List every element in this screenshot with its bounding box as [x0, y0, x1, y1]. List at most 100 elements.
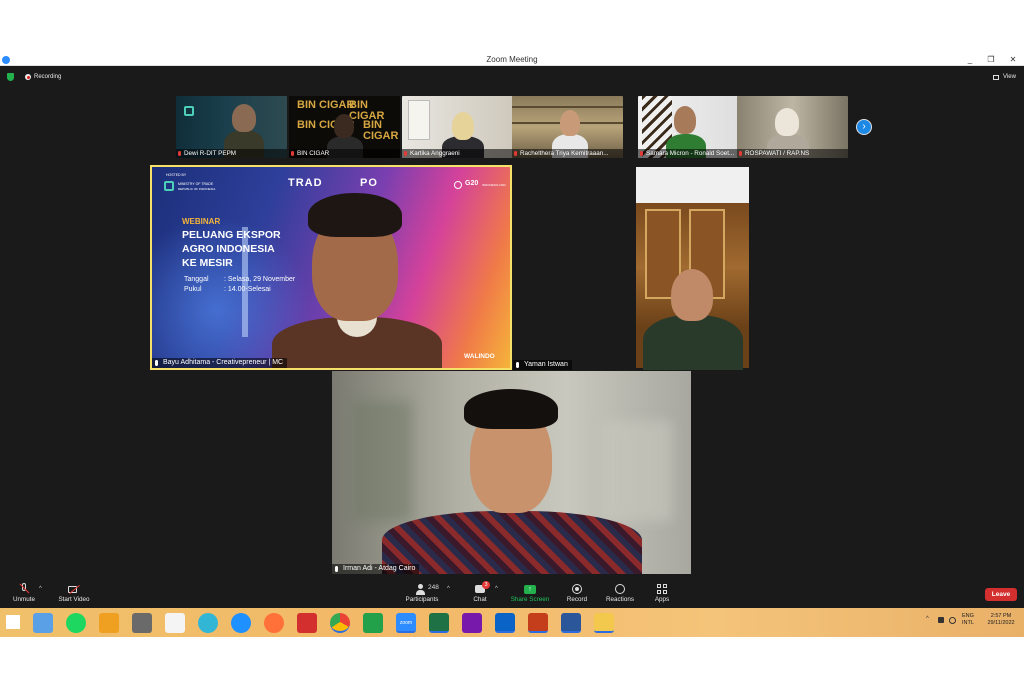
start-video-button[interactable]: Start Video — [54, 579, 94, 608]
speaker-namebar: Bayu Adhitama - Creativepreneur | MC — [152, 358, 288, 368]
participant-thumb-6[interactable]: ROSPAWATI / RAP.NS — [737, 96, 848, 158]
g20-label: G20 — [465, 180, 479, 187]
participant-face — [232, 104, 256, 132]
language-indicator[interactable]: ENG INTL — [962, 613, 974, 627]
participants-count: 248 — [428, 584, 439, 591]
participants-caret-icon[interactable]: ^ — [447, 586, 450, 592]
window-titlebar: Zoom Meeting _ ❐ ✕ — [0, 54, 1024, 66]
windows-taskbar: zoom ^ ENG INTL 2:57 PM 29/11/2022 — [0, 608, 1024, 637]
screen: Zoom Meeting _ ❐ ✕ Recording View Dewi R… — [0, 0, 1024, 683]
muted-mic-icon — [178, 151, 181, 156]
date-value: : Selasa, 29 November — [224, 276, 296, 283]
view-grid-icon[interactable] — [993, 75, 999, 80]
participant-name: Kartika Anggraeni — [410, 150, 460, 157]
reactions-button[interactable]: Reactions — [602, 579, 638, 608]
ministry-logo-icon — [184, 106, 194, 116]
internet-explorer-icon[interactable] — [231, 613, 251, 633]
apps-icon — [656, 583, 668, 595]
powerpoint-icon[interactable] — [528, 613, 548, 633]
word-icon[interactable] — [561, 613, 581, 633]
time-value: : 14.00-Selesai — [224, 286, 271, 293]
maximize-button[interactable]: ❐ — [984, 54, 998, 66]
participant-face — [674, 106, 696, 134]
recording-icon — [25, 74, 31, 80]
zoom-taskbar-icon[interactable]: zoom — [396, 613, 416, 633]
participant-hair — [464, 389, 558, 429]
participant-name: BIN CIGAR — [297, 150, 330, 157]
participant-hijab — [775, 108, 799, 136]
video-off-icon — [68, 583, 80, 595]
participant-face — [671, 269, 713, 321]
leave-button[interactable]: Leave — [985, 588, 1017, 601]
participant-thumb-5[interactable]: Samara Micron - Ronald Soet... — [638, 96, 749, 158]
participant-namebar: ROSPAWATI / RAP.NS — [737, 149, 848, 158]
tray-overflow-caret-icon[interactable]: ^ — [926, 616, 929, 622]
participant-name: Irman Adi - Atdag Cairo — [343, 565, 416, 572]
record-icon — [571, 583, 583, 595]
muted-mic-icon — [514, 151, 517, 156]
hosted-by-label: HOSTED BY — [166, 173, 187, 177]
participant-tile-irman[interactable]: Irman Adi - Atdag Cairo — [332, 371, 691, 574]
close-button[interactable]: ✕ — [1006, 54, 1020, 66]
audio-options-caret-icon[interactable]: ^ — [39, 586, 42, 592]
muted-mic-icon — [640, 151, 643, 156]
excel-icon[interactable] — [429, 613, 449, 633]
next-page-arrow-icon[interactable]: › — [856, 119, 872, 135]
participant-name: ROSPAWATI / RAP.NS — [745, 150, 810, 157]
blurred-background — [602, 421, 672, 521]
apps-button[interactable]: Apps — [650, 579, 674, 608]
archive-app-icon[interactable] — [99, 613, 119, 633]
record-button[interactable]: Record — [562, 579, 592, 608]
file-explorer-icon[interactable] — [594, 613, 614, 633]
network-icon[interactable] — [949, 617, 956, 624]
participant-thumb-2[interactable]: BIN CIGAR BIN CIGAR BIN CIGAR BIN CIGAR … — [289, 96, 400, 158]
participant-body — [382, 511, 642, 574]
chat-caret-icon[interactable]: ^ — [495, 586, 498, 592]
onenote-icon[interactable] — [462, 613, 482, 633]
clock[interactable]: 2:57 PM 29/11/2022 — [984, 613, 1018, 627]
muted-mic-icon — [404, 151, 407, 156]
ministry-name: MINISTRY OF TRADE — [178, 182, 214, 186]
shelf — [512, 106, 623, 108]
windows-start-icon[interactable] — [6, 615, 20, 629]
share-screen-button[interactable]: ↑ Share Screen — [510, 579, 550, 608]
firefox-icon[interactable] — [264, 613, 284, 633]
recording-label: Recording — [34, 74, 62, 80]
muted-mic-icon — [18, 583, 30, 595]
muted-mic-icon — [291, 151, 294, 156]
time-label: Pukul — [184, 286, 202, 293]
scanner-app-icon[interactable] — [132, 613, 152, 633]
mic-icon — [516, 362, 519, 368]
minimize-button[interactable]: _ — [963, 54, 977, 66]
speaker-hair — [308, 193, 402, 237]
view-button[interactable]: View — [1003, 73, 1016, 82]
home-icon[interactable] — [165, 613, 185, 633]
participant-thumb-3[interactable]: Kartika Anggraeni — [402, 96, 513, 158]
active-speaker-tile[interactable]: HOSTED BY MINISTRY OF TRADE REPUBLIC OF … — [150, 165, 512, 370]
media-player-icon[interactable] — [33, 613, 53, 633]
pdf-reader-icon[interactable] — [297, 613, 317, 633]
bin-cigar-logo: BIN CIGAR — [363, 119, 399, 142]
ministry-subname: REPUBLIC OF INDONESIA — [178, 187, 216, 191]
green-app-icon[interactable] — [363, 613, 383, 633]
spotify-icon[interactable] — [66, 613, 86, 633]
participant-thumb-4[interactable]: Rachelthera Triya Kemitraaan... — [512, 96, 623, 158]
participant-face — [334, 114, 354, 138]
wall-document — [408, 100, 430, 140]
volume-icon[interactable] — [938, 617, 944, 623]
p-app-icon[interactable] — [198, 613, 218, 633]
window-title: Zoom Meeting — [486, 55, 538, 64]
mic-icon — [155, 360, 158, 366]
unmute-button[interactable]: Unmute — [8, 579, 40, 608]
blurred-background — [352, 401, 412, 521]
participant-namebar: Yaman Istwan — [513, 360, 572, 370]
participant-name: Rachelthera Triya Kemitraaan... — [520, 150, 609, 157]
security-shield-icon[interactable] — [7, 73, 14, 81]
outlook-icon[interactable] — [495, 613, 515, 633]
reactions-smiley-icon — [614, 583, 626, 595]
webinar-heading-line-2: AGRO INDONESIA — [182, 243, 275, 255]
participant-thumb-1[interactable]: Dewi R-DIT PEPM — [176, 96, 287, 158]
participant-tile-yaman[interactable]: Yaman Istwan — [513, 165, 872, 370]
participant-face — [560, 110, 580, 136]
chrome-icon[interactable] — [330, 613, 350, 633]
